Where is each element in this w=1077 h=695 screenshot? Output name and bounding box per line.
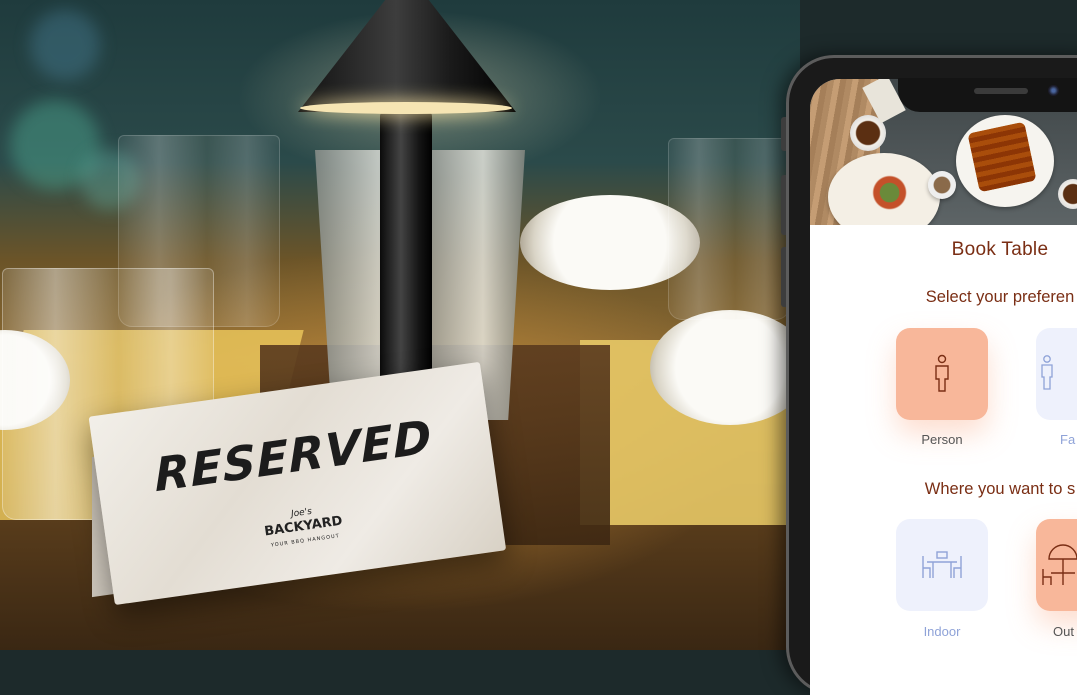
lamp-shade bbox=[298, 0, 516, 112]
bokeh-light bbox=[30, 10, 100, 80]
page-title: Book Table bbox=[951, 239, 1049, 260]
plate bbox=[650, 310, 800, 425]
person-option[interactable] bbox=[896, 328, 988, 420]
small-bowl bbox=[928, 171, 956, 199]
indoor-table-icon bbox=[922, 551, 962, 578]
person-option-label: Person bbox=[921, 432, 963, 447]
camera-icon bbox=[1048, 85, 1059, 96]
preference-heading: Select your preferen bbox=[925, 288, 1075, 306]
volume-up-button bbox=[781, 175, 786, 235]
outdoor-option[interactable] bbox=[1036, 519, 1077, 611]
family-option[interactable] bbox=[1036, 328, 1077, 420]
speaker-icon bbox=[974, 88, 1028, 94]
volume-down-button bbox=[781, 247, 786, 307]
family-option-label: Fa bbox=[1060, 432, 1076, 447]
lamp-stem bbox=[380, 112, 432, 412]
coffee-cup bbox=[1058, 179, 1077, 209]
app-screen: Book Table Select your preferen Person F… bbox=[810, 79, 1077, 695]
indoor-option-label: Indoor bbox=[923, 624, 961, 639]
outdoor-table-icon bbox=[1042, 544, 1077, 585]
lamp-light bbox=[300, 102, 512, 114]
seating-heading: Where you want to s bbox=[924, 480, 1076, 498]
waffle bbox=[967, 121, 1037, 193]
phone-mockup: Book Table Select your preferen Person F… bbox=[781, 55, 1077, 695]
outdoor-option-label: Out bbox=[1053, 624, 1074, 639]
phone-notch bbox=[898, 78, 1077, 112]
family-icon bbox=[1041, 355, 1053, 390]
restaurant-photo: RESERVED Joe's BACKYARD YOUR BBQ HANGOUT bbox=[0, 0, 800, 650]
drinking-glass bbox=[668, 138, 790, 320]
indoor-option[interactable] bbox=[896, 519, 988, 611]
person-icon bbox=[935, 354, 949, 392]
mute-switch bbox=[781, 117, 786, 151]
